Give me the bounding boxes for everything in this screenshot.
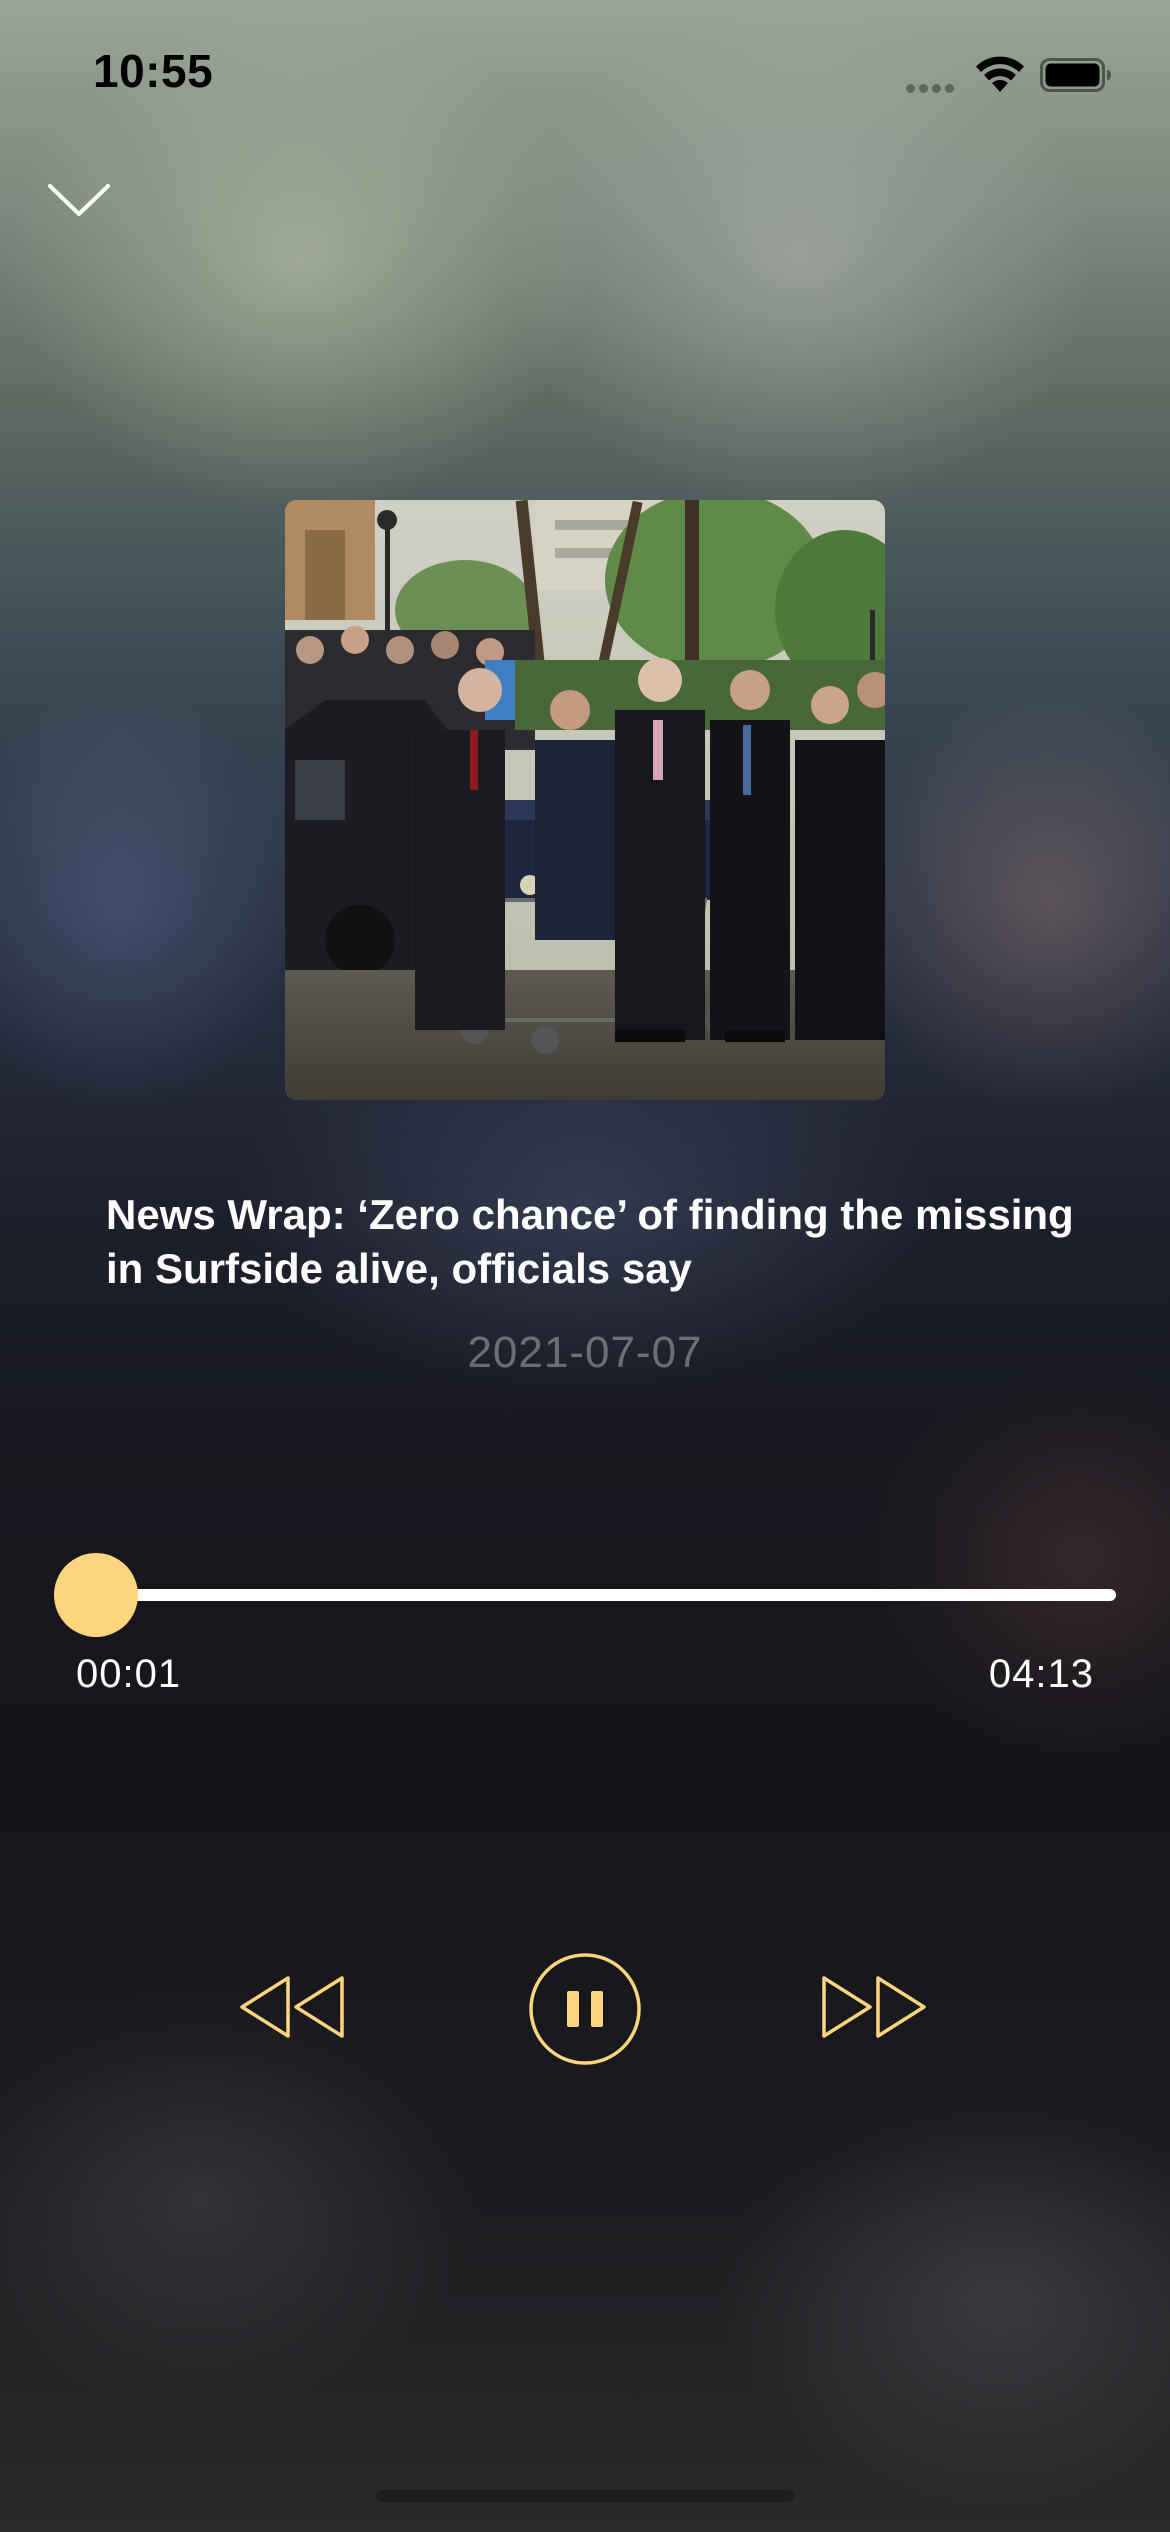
rewind-icon[interactable] [236, 1972, 348, 2042]
battery-icon [1040, 58, 1111, 92]
elapsed-time: 00:01 [76, 1652, 182, 1696]
home-indicator[interactable] [376, 2490, 794, 2502]
status-bar-time: 10:55 [93, 45, 214, 97]
episode-title: News Wrap: ‘Zero chance’ of finding the … [106, 1191, 1074, 1292]
total-duration: 04:13 [988, 1652, 1094, 1696]
progress-slider-thumb[interactable] [54, 1553, 138, 1637]
episode-artwork [285, 500, 885, 1100]
chevron-down-icon[interactable] [44, 170, 114, 230]
progress-slider-track[interactable] [56, 1589, 1116, 1601]
cellular-signal-icon [906, 80, 960, 93]
wifi-icon [976, 56, 1024, 92]
now-playing-screen: 10:55 News Wrap: ‘Zero chance’ of findin… [0, 0, 1170, 2532]
pause-icon[interactable] [528, 1952, 642, 2066]
episode-date: 2021-07-07 [467, 1328, 703, 1377]
fast-forward-icon[interactable] [818, 1972, 932, 2042]
